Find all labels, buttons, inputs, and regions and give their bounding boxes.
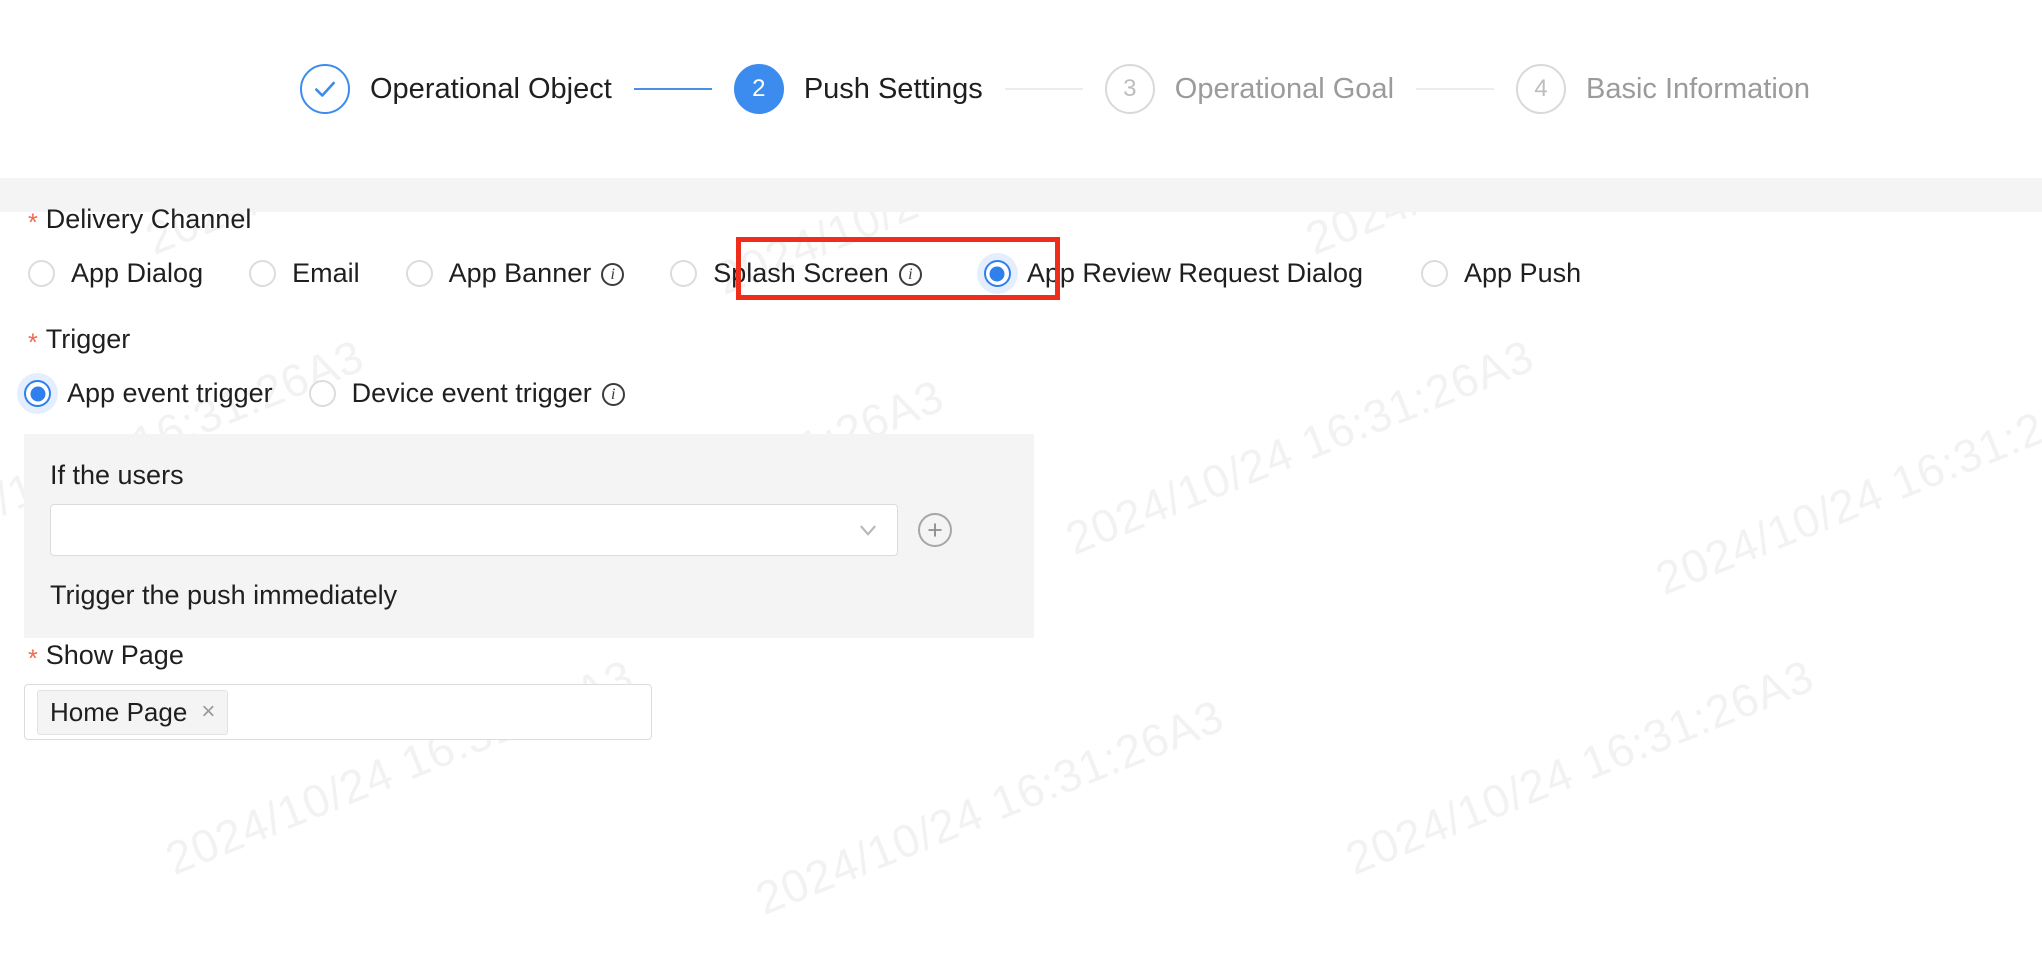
step-connector-3 xyxy=(1416,88,1495,90)
step-1-indicator xyxy=(300,64,350,114)
show-page-label-text: Show Page xyxy=(45,640,184,670)
wizard-stepper: Operational Object 2 Push Settings 3 Ope… xyxy=(0,0,2042,178)
step-1-label: Operational Object xyxy=(370,72,612,105)
push-settings-page: 2024/10/24 16:31:26A3 2024/10/24 16:31:2… xyxy=(0,0,2042,964)
radio-app-push-dot[interactable] xyxy=(1421,260,1449,287)
check-icon xyxy=(315,81,335,97)
tag-home-page[interactable]: Home Page × xyxy=(37,689,229,735)
radio-app-banner-label: App Banner xyxy=(448,258,592,288)
radio-app-event-trigger-dot[interactable] xyxy=(24,380,51,407)
tag-home-page-label: Home Page xyxy=(50,696,188,727)
step-push-settings[interactable]: 2 Push Settings xyxy=(733,64,983,114)
step-2-indicator: 2 xyxy=(733,64,784,114)
radio-app-review-request-dialog[interactable]: App Review Request Dialog xyxy=(983,258,1364,289)
radio-splash-screen-dot[interactable] xyxy=(670,260,698,287)
step-basic-information[interactable]: 4 Basic Information xyxy=(1516,64,1810,114)
step-connector-2 xyxy=(1004,88,1083,90)
step-4-label: Basic Information xyxy=(1586,72,1811,105)
info-icon[interactable]: i xyxy=(601,263,625,286)
push-settings-form: * Delivery Channel App Dialog Email App B… xyxy=(0,204,2042,964)
radio-splash-screen-label: Splash Screen xyxy=(713,258,889,288)
show-page-tag-input[interactable]: Home Page × xyxy=(24,684,652,740)
radio-splash-screen[interactable]: Splash Screen i xyxy=(670,258,922,289)
radio-device-event-trigger[interactable]: Device event trigger i xyxy=(308,378,625,409)
radio-app-push[interactable]: App Push xyxy=(1421,258,1581,289)
info-icon[interactable]: i xyxy=(601,383,625,406)
radio-app-review-request-dialog-dot[interactable] xyxy=(983,260,1011,287)
step-operational-object[interactable]: Operational Object xyxy=(300,64,612,114)
step-3-label: Operational Goal xyxy=(1174,72,1395,105)
trigger-radio-group: App event trigger Device event trigger i xyxy=(24,378,625,409)
show-page-label: * Show Page xyxy=(28,640,184,673)
trigger-label: * Trigger xyxy=(28,324,131,357)
radio-app-push-label: App Push xyxy=(1464,258,1582,288)
radio-app-review-request-dialog-label: App Review Request Dialog xyxy=(1026,258,1364,288)
trigger-label-text: Trigger xyxy=(45,324,131,354)
step-4-indicator: 4 xyxy=(1516,64,1567,114)
step-2-label: Push Settings xyxy=(803,72,983,105)
delivery-channel-label: * Delivery Channel xyxy=(28,204,252,237)
add-condition-button[interactable] xyxy=(918,513,952,547)
radio-device-event-trigger-label: Device event trigger xyxy=(351,378,592,408)
delivery-channel-label-text: Delivery Channel xyxy=(45,204,252,234)
step-operational-goal[interactable]: 3 Operational Goal xyxy=(1104,64,1395,114)
step-connector-1 xyxy=(633,88,712,90)
required-asterisk: * xyxy=(28,329,38,357)
chevron-down-icon xyxy=(860,525,876,536)
section-divider-band xyxy=(0,178,2042,212)
radio-app-banner[interactable]: App Banner i xyxy=(405,258,625,289)
required-asterisk: * xyxy=(28,209,38,237)
delivery-channel-radio-group: App Dialog Email App Banner i Splash Scr… xyxy=(28,258,1581,289)
radio-email[interactable]: Email xyxy=(249,258,360,289)
radio-app-event-trigger[interactable]: App event trigger xyxy=(24,378,273,409)
info-icon[interactable]: i xyxy=(898,263,922,286)
close-icon[interactable]: × xyxy=(201,700,215,724)
radio-email-label: Email xyxy=(292,258,360,288)
radio-email-dot[interactable] xyxy=(249,260,277,287)
required-asterisk: * xyxy=(28,645,38,673)
radio-device-event-trigger-dot[interactable] xyxy=(308,380,336,407)
radio-app-dialog[interactable]: App Dialog xyxy=(28,258,203,289)
radio-app-dialog-dot[interactable] xyxy=(28,260,55,287)
condition-select[interactable] xyxy=(50,504,898,556)
radio-app-banner-dot[interactable] xyxy=(405,260,433,287)
step-3-indicator: 3 xyxy=(1104,64,1155,114)
condition-panel-title: If the users xyxy=(50,460,184,490)
plus-icon xyxy=(928,523,942,537)
radio-app-event-trigger-label: App event trigger xyxy=(67,378,273,408)
radio-app-dialog-label: App Dialog xyxy=(71,258,204,288)
condition-panel-note: Trigger the push immediately xyxy=(50,580,398,610)
